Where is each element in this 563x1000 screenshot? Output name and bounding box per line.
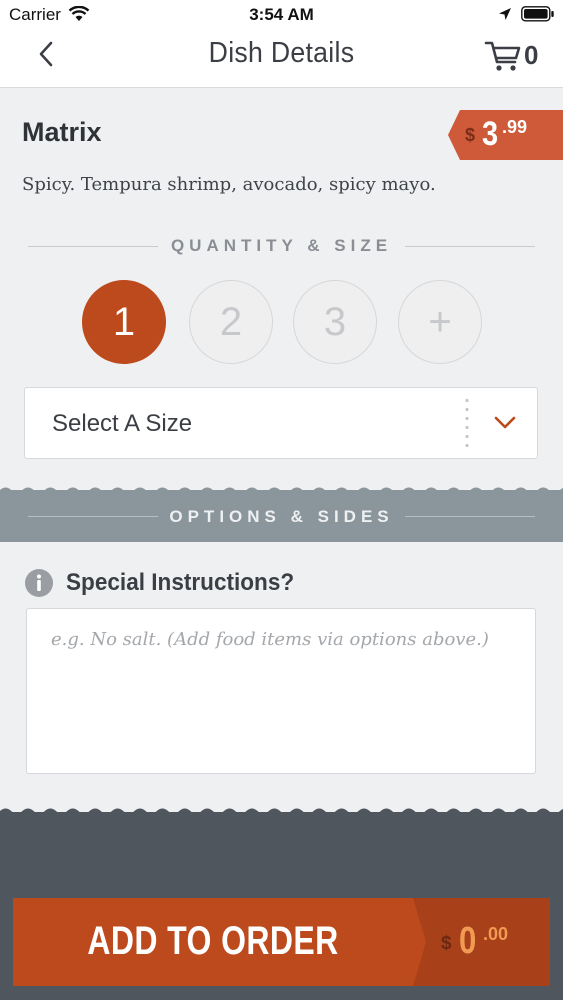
cart-button[interactable]: 0	[484, 39, 544, 75]
quantity-option-3[interactable]: 3	[293, 280, 377, 364]
add-to-order-label: ADD TO ORDER	[87, 919, 339, 963]
order-total-cents: .00	[483, 924, 509, 944]
chevron-down-icon	[493, 415, 517, 436]
location-icon	[498, 7, 512, 26]
dish-name: Matrix	[22, 117, 102, 147]
quantity-size-heading: QUANTITY & SIZE	[170, 236, 393, 255]
size-select-label: Select A Size	[52, 410, 193, 437]
special-instructions-input[interactable]	[26, 608, 536, 774]
status-time: 3:54 AM	[249, 5, 314, 24]
add-to-order-button[interactable]: ADD TO ORDER $ 0 .00	[13, 898, 550, 986]
special-instructions-label: Special Instructions?	[66, 569, 295, 596]
size-select[interactable]: Select A Size	[24, 387, 538, 459]
price-value: 3	[482, 115, 499, 153]
order-total: 0	[459, 920, 477, 962]
price-currency: $	[465, 125, 476, 145]
select-divider	[465, 396, 469, 452]
total-currency: $	[441, 933, 452, 954]
cart-count: 0	[524, 40, 539, 70]
dish-description: Spicy. Tempura shrimp, avocado, spicy ma…	[22, 174, 436, 195]
info-icon	[24, 568, 54, 603]
battery-icon	[521, 6, 555, 27]
page-title: Dish Details	[208, 37, 355, 69]
nav-bar: Dish Details 0	[0, 30, 563, 88]
quantity-option-1[interactable]: 1	[82, 280, 166, 364]
cart-icon	[484, 39, 522, 78]
quantity-more-button[interactable]: +	[398, 280, 482, 364]
options-sides-heading[interactable]: OPTIONS & SIDES	[0, 507, 563, 527]
quantity-option-2[interactable]: 2	[189, 280, 273, 364]
price-cents: .99	[502, 117, 528, 137]
status-bar: Carrier 3:54 AM	[0, 0, 563, 30]
